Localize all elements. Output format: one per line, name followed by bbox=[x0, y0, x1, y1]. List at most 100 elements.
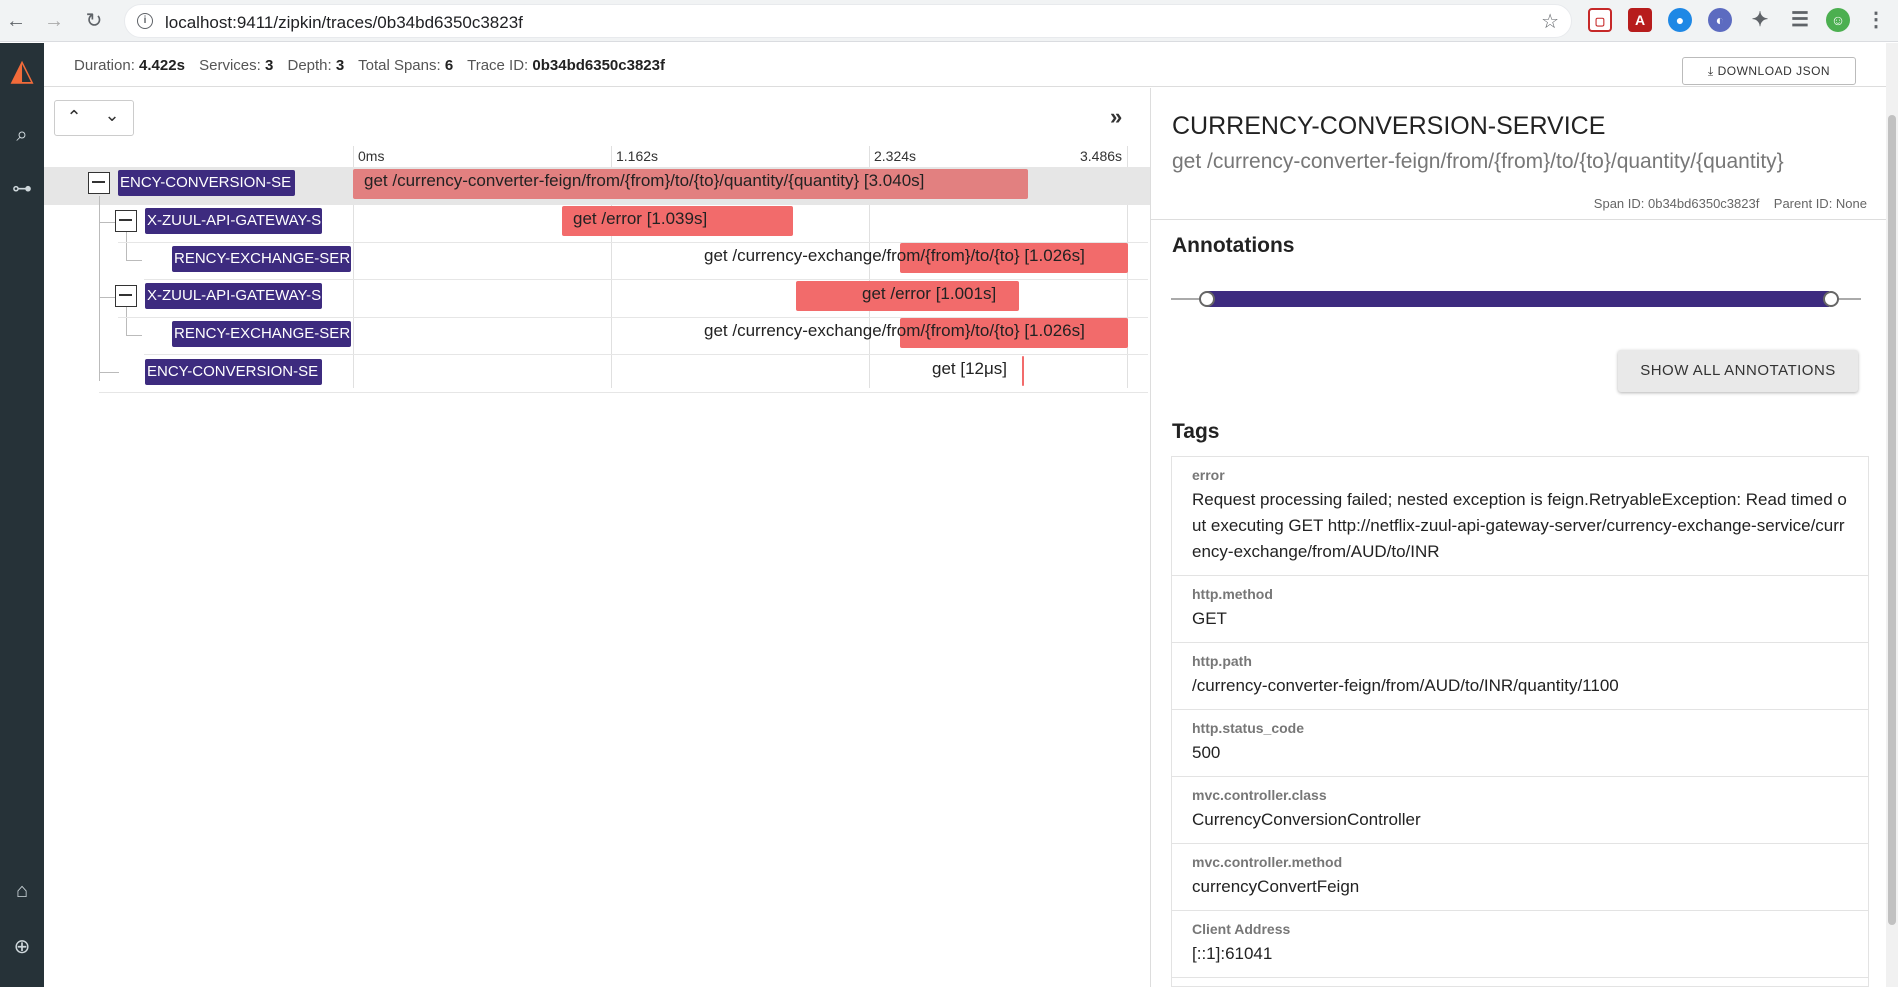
tags-table: error Request processing failed; nested … bbox=[1171, 456, 1869, 987]
language-globe-icon[interactable]: ⊕ bbox=[6, 931, 38, 963]
chevron-up-icon[interactable]: ⌃ bbox=[59, 107, 89, 128]
browser-menu-icon[interactable]: ⋮ bbox=[1864, 8, 1888, 32]
service-badge[interactable]: X-ZUUL-API-GATEWAY-S bbox=[145, 208, 322, 234]
extension-icon-1[interactable]: ▢ bbox=[1588, 8, 1612, 32]
service-badge[interactable]: X-ZUUL-API-GATEWAY-S bbox=[145, 283, 322, 309]
total-spans-label: Total Spans: bbox=[358, 57, 441, 74]
tag-row: error Request processing failed; nested … bbox=[1172, 457, 1868, 576]
trace-summary-bar: Duration: 4.422s Services: 3 Depth: 3 To… bbox=[44, 43, 1886, 87]
info-icon[interactable]: i bbox=[137, 13, 153, 29]
page-scrollbar[interactable] bbox=[1886, 43, 1898, 987]
total-spans-value: 6 bbox=[444, 57, 454, 74]
tag-key: http.method bbox=[1192, 586, 1273, 602]
service-badge[interactable]: RENCY-EXCHANGE-SER bbox=[172, 321, 351, 347]
tag-value: [::1]:61041 bbox=[1192, 944, 1273, 963]
tag-key: error bbox=[1192, 467, 1225, 483]
tree-connector bbox=[99, 222, 115, 223]
address-bar[interactable]: i localhost:9411/zipkin/traces/0b34bd635… bbox=[124, 4, 1572, 38]
globe-extension-icon[interactable]: ● bbox=[1668, 8, 1692, 32]
duration-label: Duration: bbox=[74, 57, 135, 74]
extension-icon-4[interactable]: ◐ bbox=[1708, 8, 1732, 32]
expand-detail-icon[interactable]: » bbox=[1110, 104, 1122, 130]
pdf-extension-icon[interactable]: A bbox=[1628, 8, 1652, 32]
annotation-slider-end-handle[interactable] bbox=[1823, 291, 1839, 307]
annotation-slider-range[interactable] bbox=[1207, 291, 1829, 307]
parent-id: Parent ID: None bbox=[1773, 196, 1867, 211]
dependencies-icon[interactable]: ⊶ bbox=[6, 173, 38, 205]
zipkin-logo-icon[interactable]: ◭ bbox=[6, 55, 38, 87]
download-json-button[interactable]: ⤓ DOWNLOAD JSON bbox=[1682, 57, 1856, 85]
forward-icon[interactable]: → bbox=[40, 7, 68, 35]
trace-timeline: ⌃ ⌄ » 0ms 1.162s 2.324s 3.486s ENCY-CONV… bbox=[44, 88, 1150, 987]
app-sidebar: ◭ ⌕ ⊶ ⌂ ⊕ bbox=[0, 43, 44, 987]
bookmark-star-icon[interactable]: ☆ bbox=[1541, 9, 1559, 34]
home-icon[interactable]: ⌂ bbox=[6, 875, 38, 907]
tags-title: Tags bbox=[1172, 420, 1220, 443]
tree-connector bbox=[126, 306, 127, 336]
tag-value: CurrencyConversionController bbox=[1192, 810, 1421, 829]
span-label: get /currency-exchange/from/{from}/to/{t… bbox=[704, 246, 1085, 265]
tag-value: Request processing failed; nested except… bbox=[1192, 490, 1847, 561]
tag-key: http.path bbox=[1192, 653, 1252, 669]
depth-label: Depth: bbox=[287, 57, 332, 74]
collapse-toggle[interactable] bbox=[115, 210, 137, 232]
tree-connector bbox=[126, 231, 127, 261]
tag-row: mvc.controller.class CurrencyConversionC… bbox=[1172, 777, 1868, 844]
span-label: get /currency-converter-feign/from/{from… bbox=[364, 171, 925, 190]
tag-key: mvc.controller.class bbox=[1192, 787, 1327, 803]
tag-key: Client Address bbox=[1192, 921, 1291, 937]
tree-connector bbox=[99, 297, 115, 298]
service-badge[interactable]: ENCY-CONVERSION-SE bbox=[118, 170, 295, 196]
tree-connector bbox=[126, 260, 142, 261]
span-label: get /error [1.001s] bbox=[862, 284, 997, 303]
scrollbar-thumb[interactable] bbox=[1888, 115, 1896, 925]
tree-connector bbox=[126, 335, 142, 336]
trace-id-label: Trace ID: bbox=[467, 57, 529, 74]
depth-value: 3 bbox=[335, 57, 345, 74]
chevron-down-icon[interactable]: ⌄ bbox=[97, 105, 127, 126]
trace-stats: Duration: 4.422s Services: 3 Depth: 3 To… bbox=[74, 57, 675, 74]
tag-row: mvc.controller.method currencyConvertFei… bbox=[1172, 844, 1868, 911]
tag-key: mvc.controller.method bbox=[1192, 854, 1343, 870]
tree-connector bbox=[99, 196, 100, 381]
tick-label: 1.162s bbox=[616, 148, 659, 164]
span-id: Span ID: 0b34bd6350c3823f bbox=[1593, 196, 1760, 211]
duration-value: 4.422s bbox=[139, 57, 185, 74]
search-icon[interactable]: ⌕ bbox=[6, 119, 38, 151]
puzzle-extensions-icon[interactable]: ✦ bbox=[1748, 8, 1772, 32]
span-label: get /error [1.039s] bbox=[573, 209, 708, 228]
row-divider bbox=[144, 279, 1148, 280]
show-all-annotations-button[interactable]: SHOW ALL ANNOTATIONS bbox=[1618, 350, 1858, 392]
row-divider bbox=[99, 392, 1148, 393]
annotations-title: Annotations bbox=[1172, 234, 1295, 257]
tick-label: 3.486s bbox=[1080, 148, 1123, 164]
tag-row: http.status_code 500 bbox=[1172, 710, 1868, 777]
span-label: get [12μs] bbox=[932, 359, 1008, 378]
span-name: get /currency-converter-feign/from/{from… bbox=[1172, 150, 1784, 173]
reading-list-icon[interactable]: ☰ bbox=[1788, 8, 1812, 32]
tick-label: 2.324s bbox=[874, 148, 917, 164]
reload-icon[interactable]: ↻ bbox=[80, 7, 108, 35]
tag-value: GET bbox=[1192, 609, 1227, 628]
back-icon[interactable]: ← bbox=[2, 7, 30, 35]
profile-avatar[interactable]: ☺ bbox=[1826, 8, 1850, 32]
tag-row: http.method GET bbox=[1172, 576, 1868, 643]
collapse-toggle[interactable] bbox=[115, 285, 137, 307]
span-bar[interactable] bbox=[1022, 356, 1024, 386]
download-json-label: DOWNLOAD JSON bbox=[1717, 64, 1831, 78]
span-detail-pane: CURRENCY-CONVERSION-SERVICE get /currenc… bbox=[1150, 88, 1887, 987]
annotation-slider-start-handle[interactable] bbox=[1199, 291, 1215, 307]
service-badge[interactable]: RENCY-EXCHANGE-SER bbox=[172, 246, 351, 272]
service-name: CURRENCY-CONVERSION-SERVICE bbox=[1172, 112, 1606, 140]
url-text[interactable]: localhost:9411/zipkin/traces/0b34bd6350c… bbox=[165, 13, 523, 33]
tag-row: http.path /currency-converter-feign/from… bbox=[1172, 643, 1868, 710]
services-value: 3 bbox=[264, 57, 274, 74]
browser-toolbar: ← → ↻ i localhost:9411/zipkin/traces/0b3… bbox=[0, 0, 1898, 42]
collapse-toggle[interactable] bbox=[88, 172, 110, 194]
tag-row: Client Address [::1]:61041 bbox=[1172, 911, 1868, 978]
tree-connector bbox=[99, 372, 119, 373]
service-badge[interactable]: ENCY-CONVERSION-SE bbox=[145, 359, 322, 385]
tag-value: 500 bbox=[1192, 743, 1221, 762]
span-detail-header: CURRENCY-CONVERSION-SERVICE get /currenc… bbox=[1151, 88, 1887, 220]
row-divider bbox=[144, 354, 1148, 355]
